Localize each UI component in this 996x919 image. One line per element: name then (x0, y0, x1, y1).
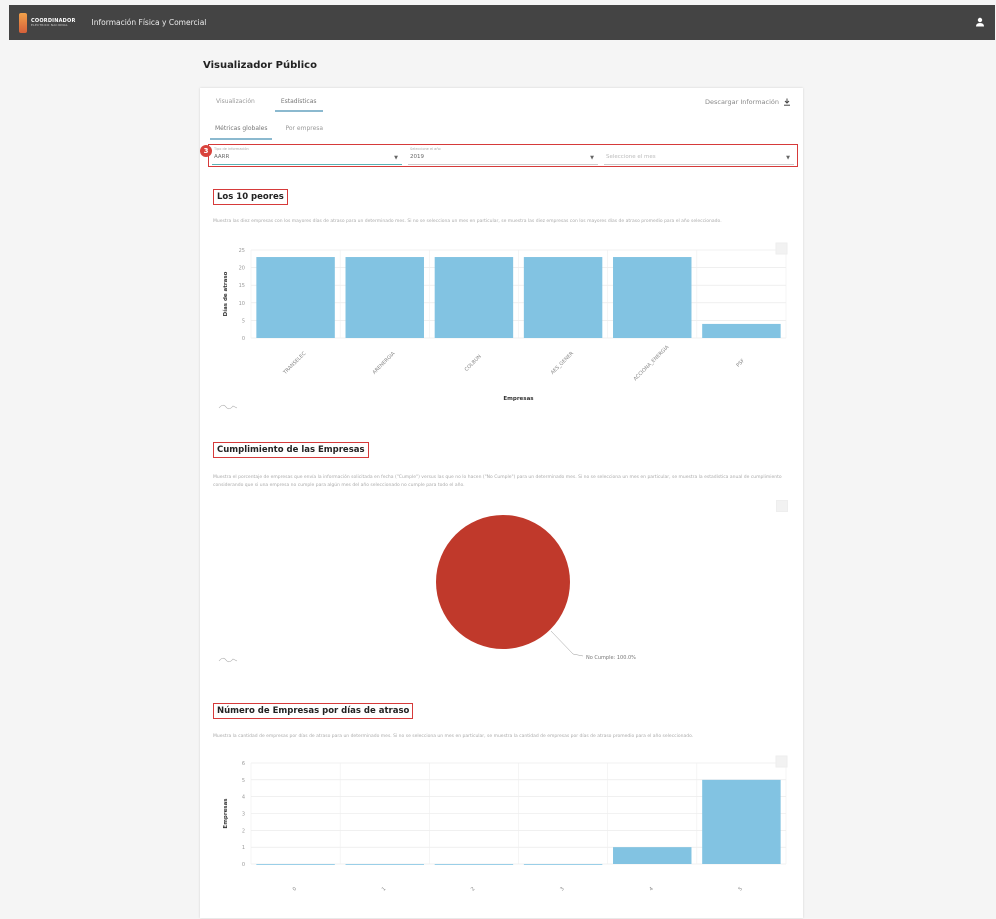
pie-data-label: No Cumple: 100.0% (586, 655, 636, 660)
chart-menu-button (775, 242, 788, 255)
y-tick-label: 20 (239, 266, 245, 272)
chart-delays: 0123456012345Días de atrasoEmpresas (223, 755, 788, 893)
download-button[interactable]: Descargar Información (705, 98, 791, 106)
bar-5 (702, 779, 781, 864)
user-icon[interactable] (975, 17, 985, 27)
y-tick-label: 0 (242, 862, 245, 868)
month-select[interactable]: Seleccione el mes ▼ (604, 146, 794, 165)
x-tick-label: PSF (735, 358, 746, 369)
chart-worst-companies: 0 5 10 15 20 25 TRANSELEC ARENERGIA COLBUN AES_GE… (222, 242, 788, 402)
bar-transelec (256, 257, 335, 338)
y-tick-label: 3 (242, 812, 245, 818)
info-type-select[interactable]: Tipo de información AARR ▼ (212, 146, 402, 165)
chevron-down-icon: ▼ (394, 155, 398, 161)
page-title: Visualizador Público (203, 60, 317, 71)
logo-subtext: ELÉCTRICO NACIONAL (31, 22, 68, 27)
bar-0 (256, 864, 335, 865)
bar-1 (345, 864, 424, 865)
section-title-compliance: Cumplimiento de las Empresas (213, 442, 369, 458)
pie-leader-line (550, 630, 584, 657)
x-tick-label: 5 (737, 886, 743, 892)
bar-aes_gener (523, 257, 603, 338)
y-tick-label: 5 (242, 778, 245, 784)
info-type-label: Tipo de información (214, 147, 249, 151)
logo[interactable]: COORDINADOR ELÉCTRICO NACIONAL (19, 12, 76, 33)
step-badge: 3 (200, 145, 212, 157)
y-tick-label: 4 (242, 795, 245, 801)
app-title: Información Física y Comercial (91, 18, 207, 27)
zoom-icon[interactable] (218, 402, 238, 410)
bar-psf (702, 323, 781, 338)
tab-visualizacion[interactable]: Visualización (210, 98, 261, 112)
year-value: 2019 (410, 154, 424, 160)
section-title-delays: Número de Empresas por días de atraso (213, 703, 414, 719)
chevron-down-icon: ▼ (786, 155, 790, 161)
top-bar: COORDINADOR ELÉCTRICO NACIONAL Informaci… (9, 5, 995, 40)
x-tick-label: ARENERGIA (372, 350, 397, 375)
subtab-bar: Métricas globales Por empresa (210, 125, 328, 140)
chart-compliance: No Cumple: 100.0% (436, 515, 636, 660)
x-tick-label: 0 (292, 886, 298, 892)
x-axis-label: Empresas (503, 396, 534, 402)
x-tick-label: AES_GENER (550, 350, 576, 376)
y-tick-label: 6 (242, 761, 245, 767)
year-label: Seleccione el año (410, 147, 441, 151)
y-tick-label: 10 (239, 301, 245, 307)
y-tick-label: 1 (242, 845, 245, 851)
x-tick-label: 1 (381, 886, 387, 892)
y-tick-label: 5 (242, 318, 245, 324)
bar-colbun (434, 257, 514, 338)
month-placeholder: Seleccione el mes (606, 154, 656, 160)
pie-slice-no-cumple (436, 515, 570, 649)
bar-2 (434, 864, 514, 865)
section-desc-worst: Muestra las diez empresas con los mayore… (213, 219, 722, 224)
y-axis-label: Días de atraso (222, 271, 229, 316)
x-tick-label: 2 (470, 886, 476, 892)
bar-3 (523, 864, 603, 865)
y-tick-label: 0 (242, 336, 245, 342)
download-label: Descargar Información (704, 98, 779, 106)
download-icon (784, 98, 790, 106)
filters-box: Tipo de información AARR ▼ Seleccione el… (208, 144, 798, 167)
info-type-value: AARR (214, 154, 230, 160)
section-desc-delays: Muestra la cantidad de empresas por días… (213, 734, 694, 739)
year-select[interactable]: Seleccione el año 2019 ▼ (408, 146, 598, 165)
bar-acciona_energia (613, 257, 692, 338)
subtab-metricas-globales[interactable]: Métricas globales (210, 125, 273, 140)
x-tick-label: ACCIONA_ENERGIA (633, 344, 671, 382)
x-tick-label: COLBUN (464, 354, 483, 373)
section-title-worst: Los 10 peores (213, 189, 288, 205)
y-tick-label: 2 (242, 828, 245, 834)
x-tick-label: TRANSELEC (282, 350, 308, 376)
section-desc-compliance: Muestra el porcentaje de empresas que en… (213, 475, 782, 488)
y-tick-label: 15 (239, 283, 245, 289)
bar-arenergia (345, 257, 424, 338)
chevron-down-icon: ▼ (590, 155, 594, 161)
x-tick-label: 3 (559, 886, 565, 892)
tab-bar: Visualización Estadísticas (210, 98, 323, 112)
bar-4 (613, 847, 692, 864)
logo-icon (19, 12, 27, 33)
zoom-icon[interactable] (218, 655, 238, 663)
y-tick-label: 25 (239, 248, 245, 254)
tab-estadisticas[interactable]: Estadísticas (274, 98, 323, 112)
chart-menu-button (775, 755, 788, 768)
subtab-por-empresa[interactable]: Por empresa (280, 125, 328, 140)
x-tick-label: 4 (648, 886, 654, 892)
y-axis-label: Empresas (223, 798, 229, 829)
